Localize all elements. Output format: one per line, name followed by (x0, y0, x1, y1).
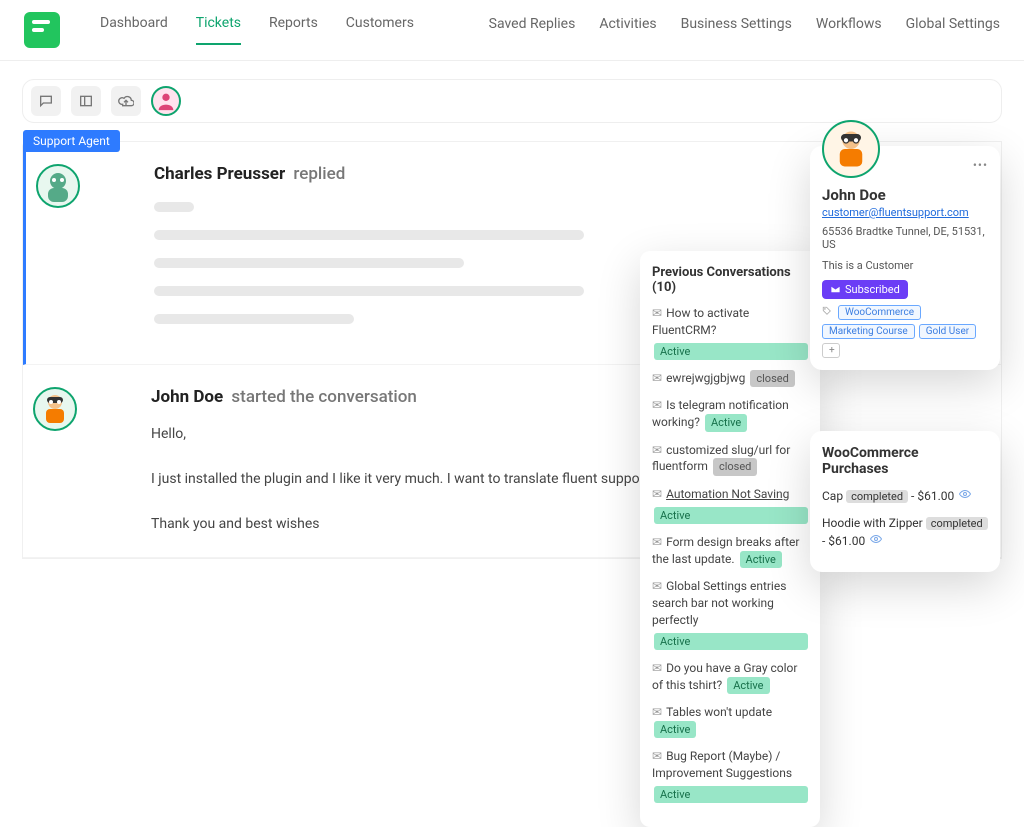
envelope-icon: ✉ (652, 535, 662, 549)
chat-icon[interactable] (31, 86, 61, 116)
envelope-icon: ✉ (652, 749, 662, 763)
nav-global-settings[interactable]: Global Settings (906, 16, 1000, 44)
start-action: started the conversation (231, 387, 416, 407)
woo-title: WooCommerce Purchases (822, 445, 988, 477)
prev-conversation[interactable]: ✉Is telegram notification working? Activ… (652, 397, 808, 431)
add-tag-button[interactable]: + (822, 343, 840, 358)
nav-reports[interactable]: Reports (269, 15, 318, 45)
status-badge: Active (727, 677, 769, 694)
envelope-icon: ✉ (652, 661, 662, 675)
status-badge: Active (654, 343, 808, 360)
envelope-icon: ✉ (652, 398, 662, 412)
agent-avatar (36, 164, 80, 208)
panel-icon[interactable] (71, 86, 101, 116)
status-badge: Active (654, 507, 808, 524)
order-status: completed (846, 490, 908, 503)
customer-address: 65536 Bradtke Tunnel, DE, 51531, US (822, 225, 988, 251)
prev-conversation[interactable]: ✉Automation Not Saving Active (652, 486, 808, 524)
envelope-icon: ✉ (652, 705, 662, 719)
status-badge: Active (654, 721, 696, 738)
woo-purchase: Cap completed - $61.00 (822, 487, 988, 506)
envelope-icon: ✉ (652, 487, 662, 501)
prev-conversation[interactable]: ✉ewrejwgjgbjwg closed (652, 370, 808, 387)
nav-customers[interactable]: Customers (346, 15, 414, 45)
tag[interactable]: WooCommerce (838, 305, 921, 320)
more-icon[interactable]: ••• (973, 158, 988, 172)
previous-conversations-panel: Previous Conversations (10) ✉How to acti… (640, 251, 820, 827)
envelope-icon: ✉ (652, 579, 662, 593)
prev-title: Previous Conversations (10) (652, 265, 808, 295)
nav-business-settings[interactable]: Business Settings (681, 16, 792, 44)
eye-icon[interactable] (959, 489, 971, 503)
status-badge: closed (713, 458, 757, 475)
tag-icon (822, 305, 832, 320)
order-status: completed (926, 517, 988, 530)
nav-workflows[interactable]: Workflows (816, 16, 882, 44)
customer-avatar-small (33, 387, 77, 431)
subscribed-badge: Subscribed (822, 280, 908, 299)
woocommerce-panel: WooCommerce Purchases Cap completed - $6… (810, 431, 1000, 572)
reply-action: replied (293, 164, 345, 184)
prev-conversation[interactable]: ✉Bug Report (Maybe) / Improvement Sugges… (652, 748, 808, 803)
status-badge: Active (654, 633, 808, 650)
customer-panel: ••• John Doe customer@fluentsupport.com … (810, 146, 1000, 370)
prev-conversation[interactable]: ✉Global Settings entries search bar not … (652, 578, 808, 650)
envelope-icon: ✉ (652, 371, 662, 385)
customer-tags: WooCommerce Marketing Course Gold User + (822, 305, 988, 358)
nav-left: Dashboard Tickets Reports Customers (100, 15, 414, 45)
app-logo (24, 12, 60, 48)
status-badge: Active (654, 786, 808, 803)
eye-icon[interactable] (870, 534, 882, 548)
prev-conversation[interactable]: ✉Tables won't update Active (652, 704, 808, 738)
woo-purchase: Hoodie with Zipper completed - $61.00 (822, 514, 988, 551)
status-badge: Active (705, 414, 747, 431)
nav-saved-replies[interactable]: Saved Replies (489, 16, 576, 44)
tag[interactable]: Marketing Course (822, 324, 915, 339)
tag[interactable]: Gold User (919, 324, 976, 339)
status-badge: Active (740, 551, 782, 568)
customer-email[interactable]: customer@fluentsupport.com (822, 206, 988, 219)
ticket-toolbar (22, 79, 1002, 123)
nav-dashboard[interactable]: Dashboard (100, 15, 168, 45)
customer-name: John Doe (822, 186, 988, 204)
cloud-upload-icon[interactable] (111, 86, 141, 116)
start-author: John Doe (151, 387, 223, 407)
customer-note: This is a Customer (822, 259, 988, 272)
prev-conversation[interactable]: ✉customized slug/url for fluentform clos… (652, 442, 808, 476)
nav-activities[interactable]: Activities (599, 16, 656, 44)
assignee-avatar[interactable] (151, 86, 181, 116)
prev-conversation[interactable]: ✉How to activate FluentCRM? Active (652, 305, 808, 360)
top-nav: Dashboard Tickets Reports Customers Save… (0, 0, 1024, 61)
envelope-icon: ✉ (652, 443, 662, 457)
envelope-icon: ✉ (652, 306, 662, 320)
reply-author: Charles Preusser (154, 164, 285, 184)
prev-conversation[interactable]: ✉Form design breaks after the last updat… (652, 534, 808, 568)
customer-avatar (822, 120, 880, 178)
prev-conversation[interactable]: ✉Do you have a Gray color of this tshirt… (652, 660, 808, 694)
status-badge: closed (750, 370, 794, 387)
nav-tickets[interactable]: Tickets (196, 15, 241, 45)
nav-right: Saved Replies Activities Business Settin… (489, 16, 1000, 44)
